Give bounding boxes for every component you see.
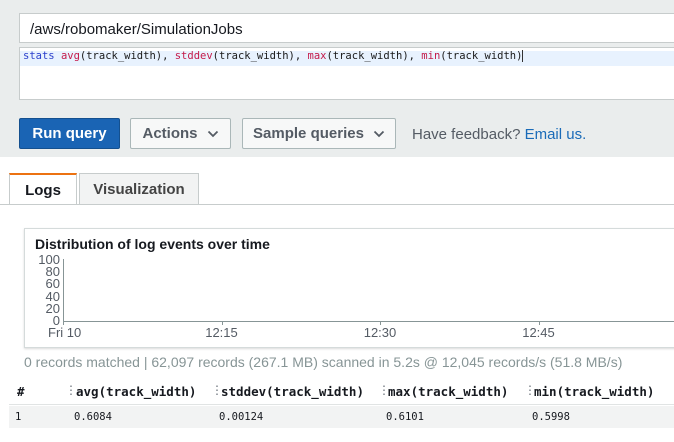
tab-logs[interactable]: Logs bbox=[9, 173, 77, 205]
tab-visualization-label: Visualization bbox=[93, 180, 185, 198]
run-query-button[interactable]: Run query bbox=[19, 118, 120, 149]
x-axis bbox=[63, 321, 674, 322]
query-editor[interactable]: stats avg(track_width), stddev(track_wid… bbox=[19, 47, 674, 100]
log-group-selector[interactable]: /aws/robomaker/SimulationJobs bbox=[19, 13, 674, 43]
table-cell: 0.00124 bbox=[219, 411, 264, 423]
query-token: avg bbox=[60, 50, 80, 62]
query-token: (track_width) bbox=[440, 50, 523, 62]
table-cell: 0.6101 bbox=[386, 411, 424, 423]
x-tick-label: 12:30 bbox=[363, 325, 397, 340]
column-resize-handle[interactable]: ⋮ bbox=[65, 383, 77, 397]
email-us-link[interactable]: Email us. bbox=[525, 126, 587, 143]
x-tick-label: 12:45 bbox=[522, 325, 555, 340]
chart-title: Distribution of log events over time bbox=[35, 236, 270, 252]
table-cell: 0.6084 bbox=[74, 411, 112, 423]
sample-queries-label: Sample queries bbox=[253, 125, 364, 142]
y-axis bbox=[63, 259, 64, 321]
x-tick-label: Fri 10 bbox=[48, 325, 82, 340]
query-token: min bbox=[421, 50, 441, 62]
table-cell: 1 bbox=[15, 411, 22, 423]
actions-dropdown-button[interactable]: Actions bbox=[130, 118, 231, 149]
column-resize-handle[interactable]: ⋮ bbox=[211, 383, 223, 397]
x-tick-label: 12:15 bbox=[205, 325, 238, 340]
chevron-down-icon bbox=[207, 130, 218, 137]
column-header[interactable]: min(track_width) bbox=[534, 384, 654, 399]
tab-divider bbox=[0, 204, 674, 205]
table-header-divider bbox=[9, 404, 674, 405]
actions-label: Actions bbox=[142, 125, 198, 142]
sample-queries-dropdown-button[interactable]: Sample queries bbox=[242, 118, 396, 149]
feedback-text: Have feedback? bbox=[412, 126, 521, 143]
tab-visualization[interactable]: Visualization bbox=[79, 173, 199, 204]
query-text[interactable]: stats avg(track_width), stddev(track_wid… bbox=[23, 50, 524, 62]
column-header[interactable]: stddev(track_width) bbox=[221, 384, 364, 399]
column-resize-handle[interactable]: ⋮ bbox=[378, 383, 390, 397]
query-token: (track_width), bbox=[326, 50, 422, 62]
text-cursor bbox=[522, 50, 524, 62]
query-token: (track_width), bbox=[212, 50, 308, 62]
query-token: (track_width), bbox=[79, 50, 175, 62]
column-resize-handle[interactable]: ⋮ bbox=[524, 383, 536, 397]
table-cell: 0.5998 bbox=[532, 411, 570, 423]
column-header[interactable]: max(track_width) bbox=[388, 384, 508, 399]
log-group-value: /aws/robomaker/SimulationJobs bbox=[30, 21, 243, 38]
tab-logs-label: Logs bbox=[25, 181, 61, 199]
column-header[interactable]: # bbox=[17, 384, 25, 399]
chevron-down-icon bbox=[373, 130, 385, 137]
feedback-prompt: Have feedback? Email us. bbox=[412, 126, 586, 143]
query-token: max bbox=[307, 50, 327, 62]
query-token: stats bbox=[23, 50, 55, 62]
column-header[interactable]: avg(track_width) bbox=[76, 384, 196, 399]
query-token: stddev bbox=[174, 50, 213, 62]
run-query-label: Run query bbox=[32, 125, 107, 142]
query-summary: 0 records matched | 62,097 records (267.… bbox=[24, 354, 623, 370]
